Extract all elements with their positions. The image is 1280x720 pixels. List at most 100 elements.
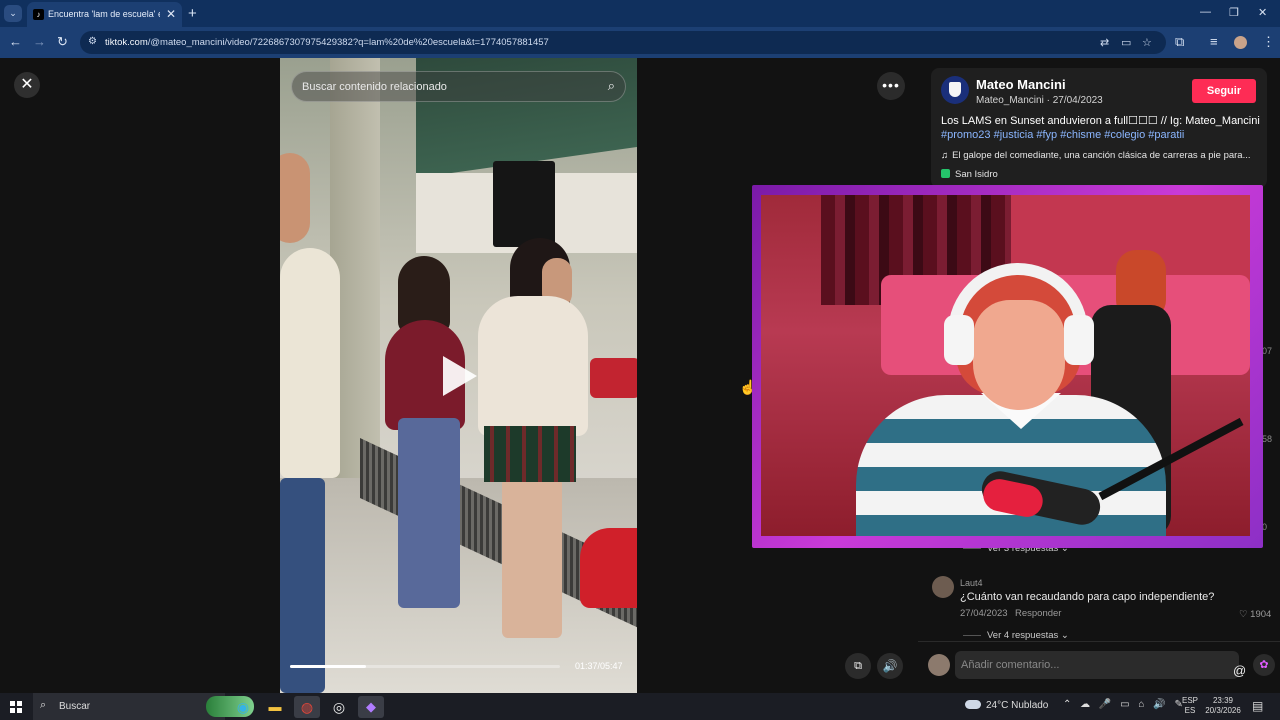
url-path: /@mateo_mancini/video/722686730797542938…	[147, 37, 549, 48]
obs-icon[interactable]: ◎	[326, 696, 352, 718]
address-bar[interactable]: ⚙ tiktok.com/@mateo_mancini/video/722686…	[80, 31, 1166, 54]
weather-text: 24°C Nublado	[986, 700, 1049, 711]
post-description-text: Los LAMS en Sunset anduvieron a full☐☐☐ …	[941, 115, 1260, 127]
back-icon[interactable]: ←	[9, 34, 22, 49]
comment-reply-button[interactable]: Responder	[1015, 608, 1061, 619]
language-primary: ESP	[1182, 696, 1199, 705]
url-text[interactable]: tiktok.com/@mateo_mancini/video/72268673…	[105, 37, 549, 48]
related-search-bar[interactable]: Buscar contenido relacionado ⌕	[291, 71, 626, 102]
post-music[interactable]: ♫ El galope del comediante, una canción c…	[941, 150, 1259, 161]
extensions-icon[interactable]: ⧉	[1175, 34, 1184, 50]
bookmark-star-icon[interactable]: ☆	[1142, 36, 1152, 49]
video-time: 01:37/05:47	[575, 661, 623, 671]
browser-tab[interactable]: ♪ Encuentra 'lam de escuela' en T ✕	[27, 2, 182, 27]
tab-strip-icon[interactable]: ≡	[1210, 34, 1218, 49]
file-explorer-icon[interactable]: ▬	[262, 696, 288, 718]
translate-icon[interactable]: ⇄	[1100, 36, 1109, 49]
clock-date: 20/3/2026	[1205, 706, 1241, 715]
volume-icon[interactable]: 🔊	[877, 653, 903, 679]
follow-button[interactable]: Seguir	[1192, 79, 1256, 103]
picture-in-picture-icon[interactable]: ⧉	[845, 653, 871, 679]
more-options-icon[interactable]: •••	[877, 72, 905, 100]
comment-date: 27/04/2023	[960, 608, 1008, 619]
author-avatar-logo	[949, 82, 961, 97]
video-progress-fill	[290, 665, 366, 668]
webcam-overlay	[752, 185, 1263, 548]
location-icon	[941, 169, 950, 178]
minimize-icon[interactable]: —	[1200, 6, 1211, 18]
video-person-right-legs	[502, 478, 562, 638]
comment-input-placeholder: Añadir comentario...	[961, 659, 1060, 671]
post-comment-icon[interactable]: ✿	[1253, 654, 1275, 676]
browser-nav-bar: ← → ↻ ⚙ tiktok.com/@mateo_mancini/video/…	[0, 27, 1280, 58]
window-close-icon[interactable]: ✕	[1258, 6, 1267, 19]
comment-username[interactable]: Laut4	[960, 578, 983, 588]
comment-likes[interactable]: ♡ 1904	[1239, 609, 1271, 620]
comment-bar: Añadir comentario... @ ☺ ✿	[918, 641, 1280, 693]
forward-icon[interactable]: →	[33, 34, 46, 49]
author-avatar[interactable]	[941, 76, 969, 104]
tab-search-dropdown-icon[interactable]: ⌄	[4, 5, 22, 22]
my-avatar	[928, 654, 950, 676]
video-progress-bar[interactable]	[290, 665, 560, 668]
edge-icon[interactable]: ◉	[230, 696, 256, 718]
notification-icon[interactable]: ▤	[1252, 699, 1263, 713]
url-domain: tiktok.com	[105, 37, 148, 48]
webcam-headset-ear-left	[944, 315, 974, 365]
tiktok-icon: ♪	[33, 9, 44, 20]
windows-taskbar: ⌕ Buscar ◉ ▬ ◍ ◎ ◆ 24°C Nublado ⌃ ☁ 🎤 ▭ …	[0, 693, 1280, 720]
windows-start-icon[interactable]	[10, 701, 22, 713]
video-player[interactable]: Buscar contenido relacionado ⌕ 01:37/05:…	[280, 58, 637, 693]
music-note-icon: ♫	[941, 150, 949, 161]
search-icon: ⌕	[40, 699, 47, 711]
tab-close-icon[interactable]: ✕	[166, 7, 176, 21]
taskbar-search-label: Buscar	[59, 701, 91, 712]
system-tray-icons[interactable]: ⌃ ☁ 🎤 ▭ ⌂ 🔊 ✎	[1063, 699, 1186, 710]
profile-avatar[interactable]	[1234, 36, 1247, 49]
author-meta: Mateo_Mancini · 27/04/2023	[976, 95, 1103, 106]
post-description: Los LAMS en Sunset anduvieron a full☐☐☐ …	[941, 114, 1261, 142]
browser-tab-bar: ⌄ ♪ Encuentra 'lam de escuela' en T ✕ + …	[0, 0, 1280, 27]
side-count-2: 58	[1262, 434, 1273, 444]
search-icon[interactable]: ⌕	[608, 78, 615, 94]
location-name: San Isidro	[955, 169, 998, 180]
related-search-placeholder: Buscar contenido relacionado	[302, 81, 447, 93]
author-name[interactable]: Mateo Mancini	[976, 77, 1066, 92]
video-red-chair	[580, 528, 637, 608]
mention-icon[interactable]: @	[1233, 657, 1246, 685]
restore-icon[interactable]: ❐	[1229, 6, 1239, 19]
comment-input[interactable]: Añadir comentario... @ ☺	[955, 651, 1269, 679]
play-icon[interactable]	[443, 356, 477, 396]
comment-avatar[interactable]	[932, 576, 954, 598]
tab-title: Encuentra 'lam de escuela' en T	[48, 9, 160, 19]
close-video-button[interactable]: ✕	[14, 72, 40, 98]
cast-icon[interactable]: ▭	[1121, 36, 1131, 49]
reload-icon[interactable]: ↻	[57, 34, 68, 50]
video-person-left	[280, 248, 340, 478]
video-chair	[590, 358, 637, 398]
taskbar-weather[interactable]: 24°C Nublado	[965, 700, 1048, 711]
webcam-feed	[761, 195, 1250, 536]
music-title: El galope del comediante, una canción cl…	[952, 150, 1251, 161]
cloud-icon	[965, 700, 981, 709]
post-hashtags[interactable]: #promo23 #justicia #fyp #chisme #colegio…	[941, 129, 1184, 141]
side-count-1: 07	[1262, 346, 1273, 356]
view-replies-link-2[interactable]: Ver 4 respuestas ⌄	[985, 630, 1069, 641]
taskbar-clock[interactable]: 23:39 20/3/2026	[1203, 696, 1243, 716]
video-speaker	[493, 161, 555, 247]
video-person-right	[478, 296, 588, 436]
clock-time: 23:39	[1212, 696, 1234, 705]
language-indicator[interactable]: ESP ES	[1182, 696, 1198, 716]
post-info-card: Mateo Mancini Mateo_Mancini · 27/04/2023…	[931, 68, 1267, 188]
site-info-icon[interactable]: ⚙	[88, 36, 97, 47]
video-person-right-skirt	[484, 426, 576, 482]
comment-text: ¿Cuánto van recaudando para capo indepen…	[960, 591, 1215, 603]
webcam-headset-ear-right	[1064, 315, 1094, 365]
post-location[interactable]: San Isidro	[941, 169, 998, 180]
new-tab-icon[interactable]: +	[188, 5, 197, 22]
taskbar-search[interactable]: ⌕ Buscar	[33, 693, 254, 720]
chrome-icon[interactable]: ◍	[294, 696, 320, 718]
browser-menu-icon[interactable]: ⋮	[1262, 34, 1275, 50]
app-icon[interactable]: ◆	[358, 696, 384, 718]
video-person-left-head	[280, 153, 310, 243]
